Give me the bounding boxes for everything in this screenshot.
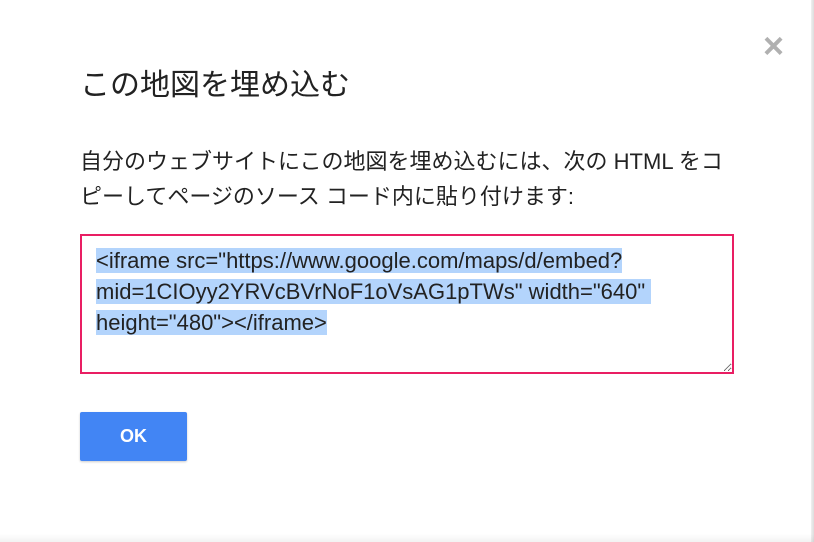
embed-code-field-wrapper: <iframe src="https://www.google.com/maps… [80,234,734,374]
embed-map-dialog: × この地図を埋め込む 自分のウェブサイトにこの地図を埋め込むには、次の HTM… [0,0,814,542]
window-bottom-shadow [0,534,814,542]
close-icon[interactable]: × [763,28,784,64]
dialog-content: この地図を埋め込む 自分のウェブサイトにこの地図を埋め込むには、次の HTML … [0,0,814,461]
ok-button[interactable]: OK [80,412,187,461]
dialog-description: 自分のウェブサイトにこの地図を埋め込むには、次の HTML をコピーしてページの… [80,144,734,214]
dialog-title: この地図を埋め込む [80,60,734,104]
